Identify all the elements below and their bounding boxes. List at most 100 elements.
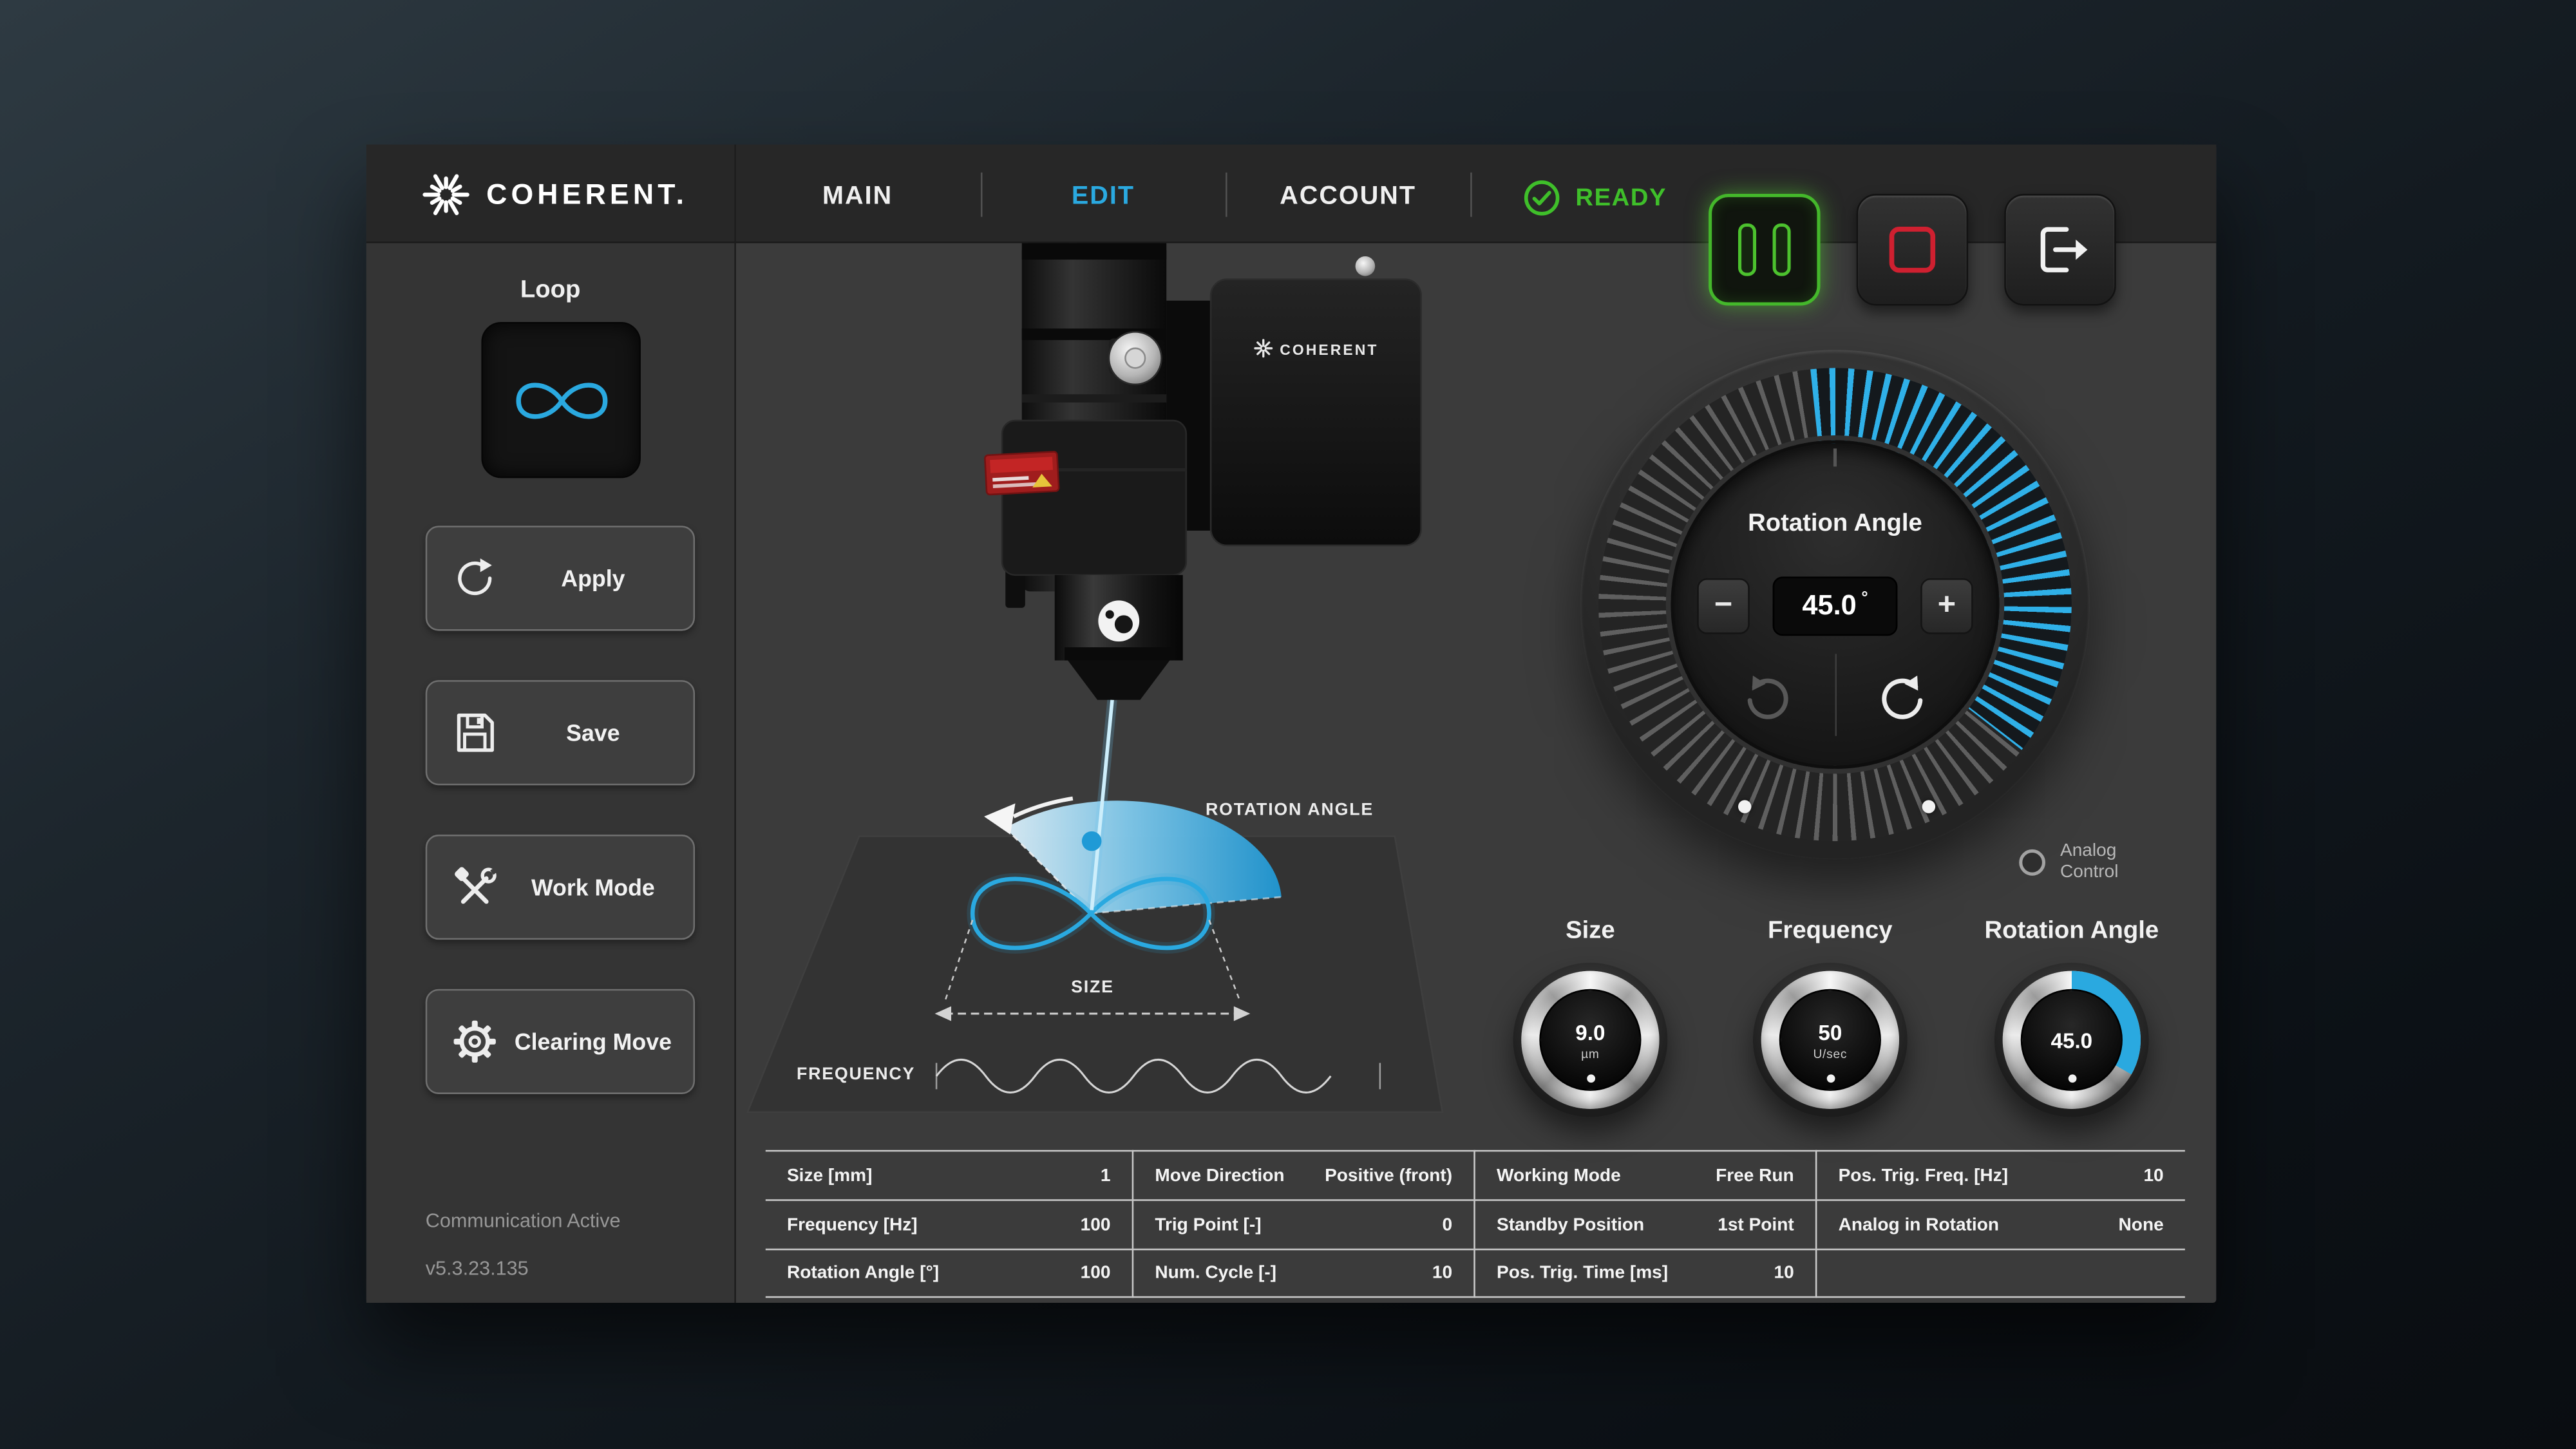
knob-face: 45.0 [2021, 989, 2123, 1091]
param-cell: Analog in Rotation None [1815, 1199, 2185, 1249]
stop-icon [1889, 227, 1935, 272]
param-label: Rotation Angle [°] [787, 1264, 939, 1283]
work-mode-label: Work Mode [500, 873, 694, 901]
param-cell: Move DirectionPositive (front) [1132, 1150, 1474, 1200]
ready-label: READY [1575, 183, 1667, 211]
communication-status: Communication Active [426, 1209, 621, 1233]
save-button[interactable]: Save [426, 680, 695, 785]
clearing-move-label: Clearing Move [500, 1028, 694, 1056]
knob-marker-dot [1826, 1074, 1834, 1083]
knob-marker-dot [1586, 1074, 1595, 1083]
param-label: Num. Cycle [-] [1155, 1264, 1276, 1283]
dial-top-notch [1833, 448, 1837, 466]
degree-unit: ° [1861, 590, 1868, 608]
param-value: 1 [1101, 1166, 1111, 1186]
analog-label-line2: Control [2060, 862, 2118, 884]
exit-button[interactable] [2004, 194, 2116, 305]
size-knob[interactable]: 9.0 µm [1513, 963, 1667, 1117]
knob-label-frequency: Frequency [1715, 916, 1945, 944]
rotation-direction-arrow [984, 803, 1015, 834]
param-cell: Rotation Angle [°] 100 [766, 1249, 1132, 1298]
knob-unit: µm [1581, 1046, 1599, 1061]
param-cell: Frequency [Hz] 100 [766, 1199, 1132, 1249]
analog-control: Analog Control [2019, 841, 2118, 884]
loop-label: Loop [366, 276, 734, 304]
knob-face: 9.0 µm [1539, 989, 1641, 1091]
knob-unit: U/sec [1813, 1046, 1847, 1061]
rotation-angle-caption: ROTATION ANGLE [1206, 800, 1374, 820]
app-window: COHERENT. MAIN EDIT ACCOUNT READY Loop [366, 144, 2216, 1302]
param-label: Pos. Trig. Time [ms] [1497, 1264, 1668, 1283]
param-cell: Size [mm] 1 [766, 1150, 1132, 1200]
rotation-value-display: 45.0 ° [1773, 576, 1898, 636]
frequency-knob[interactable]: 50 U/sec [1753, 963, 1908, 1117]
knob-face: 50 U/sec [1779, 989, 1881, 1091]
nozzle [1068, 661, 1170, 700]
param-label: Pos. Trig. Freq. [Hz] [1839, 1166, 2009, 1186]
knob-marker-dot [2067, 1074, 2076, 1083]
infinity-loop-icon [500, 367, 622, 433]
apply-button[interactable]: Apply [426, 526, 695, 630]
tab-main[interactable]: MAIN [734, 144, 981, 243]
rotate-ccw-icon[interactable] [1873, 670, 1927, 724]
tools-icon [450, 862, 500, 912]
laser-warning-label [985, 451, 1059, 495]
stop-button[interactable] [1857, 194, 1968, 305]
pause-icon [1738, 223, 1791, 276]
loop-mode-button[interactable] [481, 322, 640, 478]
param-label: Move Direction [1155, 1166, 1284, 1186]
dial-face: Rotation Angle − 45.0 ° + [1671, 440, 1999, 769]
param-value: 100 [1081, 1264, 1111, 1283]
param-label: Analog in Rotation [1839, 1215, 1999, 1235]
pause-button[interactable] [1709, 194, 1820, 305]
ready-status: READY [1523, 148, 1667, 247]
frequency-caption: FREQUENCY [797, 1065, 915, 1084]
device-brand-label: COHERENT [1280, 341, 1378, 358]
knob-label-rotation-angle: Rotation Angle [1940, 916, 2203, 944]
knob-value: 9.0 [1575, 1019, 1605, 1044]
nav-divider [1470, 173, 1472, 217]
size-caption: SIZE [1071, 978, 1114, 998]
ready-check-icon [1523, 178, 1561, 216]
rotation-value: 45.0 [1802, 590, 1856, 623]
rotation-decrease-button[interactable]: − [1697, 578, 1750, 634]
param-cell [1815, 1249, 2185, 1298]
param-cell: Standby Position1st Point [1473, 1199, 1815, 1249]
gear-icon [450, 1017, 500, 1066]
tab-edit[interactable]: EDIT [981, 144, 1226, 243]
exit-door-icon [2029, 218, 2092, 281]
knob-label-size: Size [1475, 916, 1705, 944]
coherent-logo-icon [422, 170, 470, 218]
rotation-dial[interactable]: Rotation Angle − 45.0 ° + [1580, 350, 2090, 859]
save-label: Save [500, 719, 694, 746]
param-label: Trig Point [-] [1155, 1215, 1261, 1235]
param-label: Frequency [Hz] [787, 1215, 918, 1235]
apply-refresh-icon [450, 554, 500, 603]
param-value: 100 [1081, 1215, 1111, 1235]
parameter-table: Size [mm] 1 Move DirectionPositive (front… [766, 1150, 2185, 1298]
beam-focus-dot [1082, 831, 1102, 851]
analog-label-line1: Analog [2060, 841, 2118, 862]
rotation-increase-button[interactable]: + [1920, 578, 1973, 634]
dial-marker-dot [1922, 800, 1935, 813]
rotation-angle-knob[interactable]: 45.0 [1994, 963, 2149, 1117]
param-value: None [2119, 1215, 2164, 1235]
rotate-cw-icon[interactable] [1743, 670, 1797, 724]
param-value: 10 [2143, 1166, 2163, 1186]
param-value: Free Run [1716, 1166, 1794, 1186]
param-label: Size [mm] [787, 1166, 873, 1186]
param-value: 10 [1432, 1264, 1452, 1283]
tab-account[interactable]: ACCOUNT [1226, 144, 1470, 243]
work-mode-button[interactable]: Work Mode [426, 835, 695, 940]
dial-div [1835, 654, 1837, 736]
sidebar: Loop Apply Save [366, 243, 734, 1303]
dial-marker-dot [1738, 800, 1751, 813]
brand: COHERENT. [422, 144, 688, 243]
analog-control-radio[interactable] [2019, 849, 2045, 876]
param-value: 1st Point [1718, 1215, 1794, 1235]
apply-label: Apply [500, 565, 694, 592]
dial-title: Rotation Angle [1674, 509, 1996, 537]
clearing-move-button[interactable]: Clearing Move [426, 989, 695, 1094]
laser-head: COHERENT [985, 243, 1421, 700]
param-value: 10 [1774, 1264, 1794, 1283]
